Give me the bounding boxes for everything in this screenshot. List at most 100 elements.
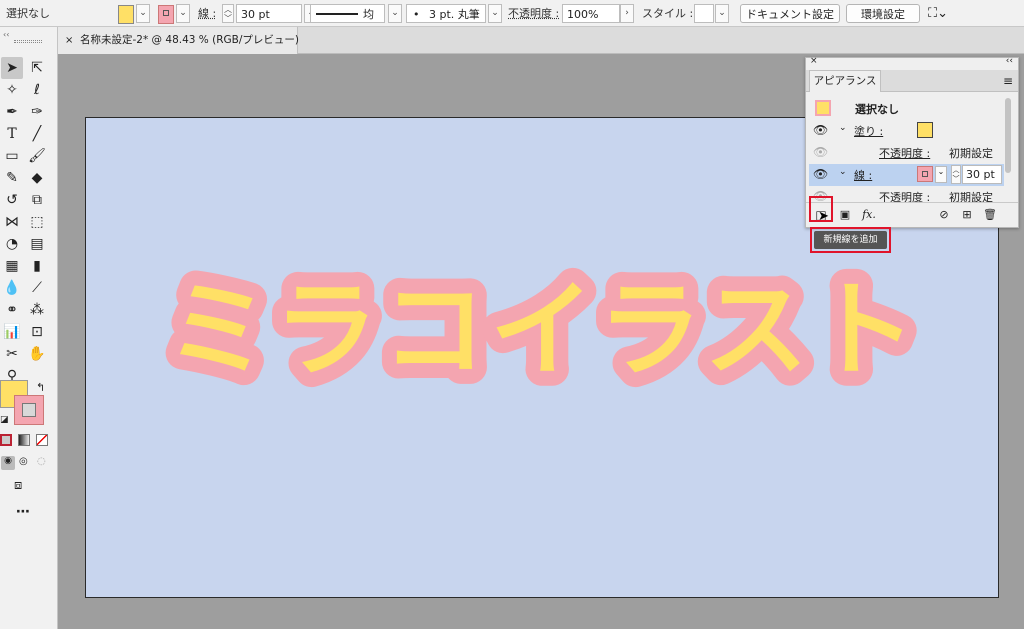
direct-selection-tool-icon[interactable]: ⇱	[26, 57, 48, 79]
magic-wand-tool-icon[interactable]: ✧	[1, 79, 23, 101]
line-tool-icon[interactable]: ╱	[26, 123, 48, 145]
measure-tool-icon[interactable]: ⟋	[26, 277, 48, 299]
artboard-tool-icon[interactable]: ⊡	[26, 321, 48, 343]
stroke-opacity-row[interactable]: 👁 不透明度 : 初期設定	[809, 186, 1004, 202]
appearance-tab[interactable]: アピアランス	[809, 70, 881, 92]
grip-icon[interactable]	[14, 40, 42, 43]
stroke-weight-stepper-panel[interactable]: ︿ ﹀	[951, 165, 961, 184]
default-colors-icon[interactable]: ◪	[0, 415, 9, 425]
stroke-swatch-dropdown[interactable]: ⌄	[935, 166, 947, 183]
gradient-mode-icon[interactable]	[18, 434, 30, 446]
panel-scrollbar[interactable]	[1005, 98, 1011, 173]
fill-opacity-row[interactable]: 👁 不透明度 : 初期設定	[809, 142, 1004, 164]
stroke-label[interactable]: 線 :	[854, 167, 872, 183]
stroke-row[interactable]: 👁 ⌄ 線 : ⌄ ︿ ﹀ 30 pt	[809, 164, 1004, 186]
scale-tool-icon[interactable]: ⧉	[26, 189, 48, 211]
swap-colors-icon[interactable]: ↰	[36, 381, 45, 394]
fill-row[interactable]: 👁 ⌄ 塗り :	[809, 120, 1004, 142]
panel-close-icon[interactable]: ×	[810, 56, 818, 66]
screen-mode-icon[interactable]: ⧈	[14, 478, 22, 493]
selection-tool-icon[interactable]: ➤	[1, 57, 23, 79]
type-tool-icon[interactable]: T	[1, 123, 23, 145]
fill-swatch-icon[interactable]	[917, 122, 933, 138]
preferences-button[interactable]: 環境設定	[846, 4, 920, 23]
pen-tool-icon[interactable]: ✒	[1, 101, 23, 123]
variable-width-profile[interactable]: 均等	[310, 4, 385, 40]
blend-tool-icon[interactable]: ⚭	[1, 299, 23, 321]
hand-tool-icon[interactable]: ✋	[26, 343, 48, 365]
fill-expand-chevron-icon[interactable]: ⌄	[839, 123, 847, 133]
duplicate-item-icon[interactable]: ⊞	[959, 207, 975, 223]
style-swatch[interactable]	[694, 4, 714, 23]
gradient-tool-icon[interactable]: ▮	[26, 255, 48, 277]
more-tools-icon[interactable]: ⋯	[16, 504, 30, 520]
selection-status: 選択なし	[6, 7, 50, 20]
free-transform-tool-icon[interactable]: ⬚	[26, 211, 48, 233]
fill-dropdown[interactable]: ⌄	[136, 4, 150, 23]
shaper-tool-icon[interactable]: ✎	[1, 167, 23, 189]
rotate-tool-icon[interactable]: ↺	[1, 189, 23, 211]
stroke-weight-stepper[interactable]: ︿ ﹀	[222, 4, 234, 23]
fill-label[interactable]: 塗り :	[854, 123, 883, 139]
paintbrush-tool-icon[interactable]: 🖌	[26, 145, 48, 167]
curvature-tool-icon[interactable]: ✑	[26, 101, 48, 123]
fill-visibility-eye-icon[interactable]: 👁	[813, 123, 828, 137]
add-effect-fx-icon[interactable]: fx.	[861, 207, 877, 223]
stroke-label[interactable]: 線 :	[198, 4, 216, 23]
draw-normal-icon[interactable]: ◉	[1, 456, 15, 470]
document-setup-button[interactable]: ドキュメント設定	[740, 4, 840, 23]
fill-opacity-eye-icon[interactable]: 👁	[813, 145, 828, 159]
mouse-cursor-icon: ➤	[818, 209, 829, 224]
none-mode-icon[interactable]	[36, 434, 48, 446]
stroke-weight-field[interactable]: 30 pt	[236, 4, 302, 23]
eraser-tool-icon[interactable]: ◆	[26, 167, 48, 189]
artwork-text-fill: ミラコイラスト	[166, 269, 920, 391]
width-tool-icon[interactable]: ⋈	[1, 211, 23, 233]
collapse-icon[interactable]: ‹‹	[3, 30, 9, 39]
panel-menu-icon[interactable]: ≡	[1003, 74, 1013, 88]
object-label: 選択なし	[855, 103, 899, 116]
brush-label: 3 pt. 丸筆	[429, 8, 480, 21]
brush-dropdown[interactable]: ⌄	[488, 4, 502, 23]
appearance-list: 選択なし 👁 ⌄ 塗り : 👁 不透明度 : 初期設定 👁 ⌄ 線 : ⌄ ︿ ﹀…	[806, 94, 1020, 202]
fill-swatch[interactable]	[118, 5, 134, 24]
opacity-label[interactable]: 不透明度 :	[508, 4, 559, 23]
stroke-swatch-icon[interactable]	[917, 166, 933, 182]
object-thumbnail	[815, 100, 831, 116]
stroke-swatch[interactable]	[158, 5, 174, 24]
draw-behind-icon[interactable]: ◎	[19, 456, 28, 467]
shape-builder-tool-icon[interactable]: ◔	[1, 233, 23, 255]
opacity-field[interactable]: 100%	[562, 4, 620, 23]
draw-inside-icon[interactable]: ◌	[37, 456, 46, 467]
arrange-icon[interactable]: ⛶⌄	[928, 4, 948, 23]
mesh-tool-icon[interactable]: ▦	[1, 255, 23, 277]
add-new-fill-icon[interactable]: ▣	[837, 207, 853, 223]
stroke-color-box[interactable]	[14, 395, 44, 425]
panel-collapse-icon[interactable]: ‹‹	[1006, 56, 1013, 66]
delete-item-icon[interactable]: 🗑	[982, 207, 998, 223]
rectangle-tool-icon[interactable]: ▭	[1, 145, 23, 167]
close-tab-icon[interactable]: ×	[65, 27, 73, 54]
clear-appearance-icon[interactable]: ⊘	[936, 207, 952, 223]
graph-tool-icon[interactable]: 📊	[1, 321, 23, 343]
eyedropper-tool-icon[interactable]: 💧	[1, 277, 23, 299]
slice-tool-icon[interactable]: ✂	[1, 343, 23, 365]
control-bar: 選択なし ⌄ ⌄ 線 : ︿﹀ 30 pt ⌄ 均等 ⌄ • 3 pt. 丸筆 …	[0, 0, 1024, 40]
lasso-tool-icon[interactable]: ℓ	[26, 79, 48, 101]
stroke-opacity-label[interactable]: 不透明度 :	[879, 189, 930, 202]
perspective-grid-tool-icon[interactable]: ▤	[26, 233, 48, 255]
document-tab-bar: × 名称未設定-2* @ 48.43 % (RGB/プレビュー)	[58, 27, 1024, 54]
stroke-visibility-eye-icon[interactable]: 👁	[813, 167, 828, 181]
stroke-weight-input[interactable]: 30 pt	[962, 165, 1002, 184]
symbol-sprayer-tool-icon[interactable]: ⁂	[26, 299, 48, 321]
document-tab[interactable]: × 名称未設定-2* @ 48.43 % (RGB/プレビュー)	[58, 27, 299, 54]
fill-opacity-label[interactable]: 不透明度 :	[879, 145, 930, 161]
stroke-expand-chevron-icon[interactable]: ⌄	[839, 167, 847, 177]
opacity-arrow[interactable]: ›	[620, 4, 634, 23]
object-row: 選択なし	[809, 98, 1004, 120]
profile-dropdown[interactable]: ⌄	[388, 4, 402, 23]
brush-definition[interactable]: • 3 pt. 丸筆	[406, 4, 486, 23]
style-dropdown[interactable]: ⌄	[715, 4, 729, 23]
color-mode-icon[interactable]	[0, 434, 12, 446]
stroke-dropdown[interactable]: ⌄	[176, 4, 190, 23]
